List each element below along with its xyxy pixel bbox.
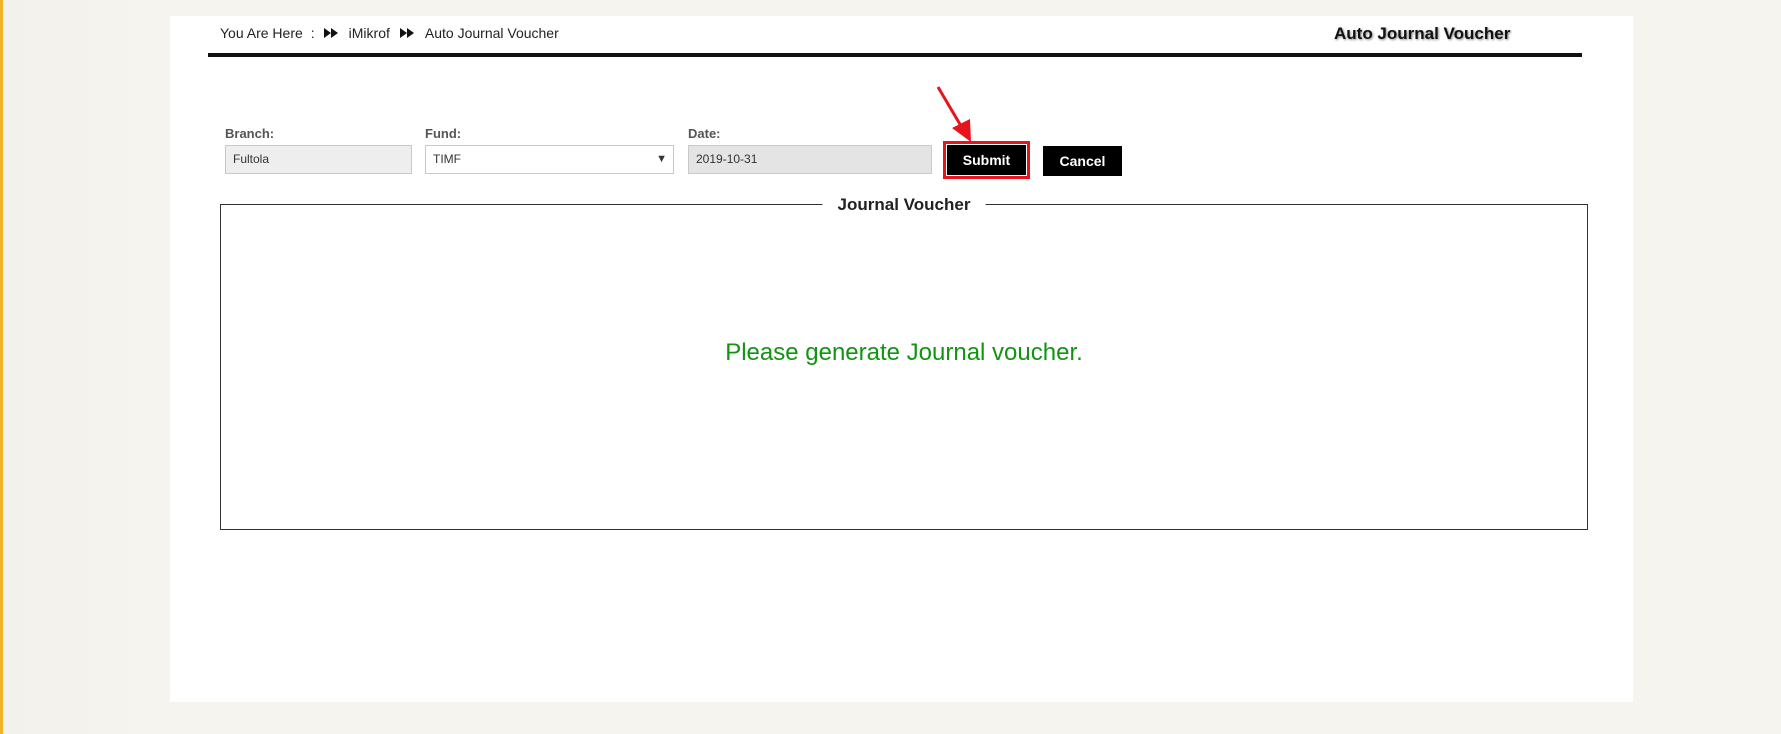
red-arrow-annotation-icon — [936, 86, 971, 142]
branch-value: Fultola — [233, 152, 270, 166]
header-divider — [208, 53, 1582, 57]
breadcrumb-item-auto-journal-voucher[interactable]: Auto Journal Voucher — [425, 25, 559, 41]
date-label: Date: — [688, 126, 721, 141]
status-message: Please generate Journal voucher. — [725, 339, 1083, 366]
journal-voucher-section: Journal Voucher Please generate Journal … — [220, 195, 1588, 530]
breadcrumb-separator: : — [310, 25, 315, 41]
fund-label: Fund: — [425, 126, 462, 141]
branch-label: Branch: — [225, 126, 275, 141]
date-value: 2019-10-31 — [696, 152, 758, 166]
journal-voucher-legend: Journal Voucher — [822, 195, 986, 215]
main-content-panel: You Are Here : iMikrof Auto Journal Vouc… — [170, 16, 1633, 702]
submit-button[interactable]: Submit — [947, 145, 1026, 175]
double-chevron-right-icon — [399, 28, 414, 38]
branch-field[interactable]: Fultola — [225, 145, 412, 174]
date-field[interactable]: 2019-10-31 — [688, 145, 932, 174]
page-title: Auto Journal Voucher — [1334, 24, 1511, 43]
double-chevron-right-icon — [323, 28, 338, 38]
breadcrumb-item-imikrof[interactable]: iMikrof — [349, 25, 390, 41]
cancel-button[interactable]: Cancel — [1043, 146, 1122, 176]
dropdown-arrow-icon: ▼ — [656, 153, 667, 165]
breadcrumb: You Are Here : iMikrof Auto Journal Vouc… — [220, 25, 559, 41]
fund-select[interactable]: TIMF ▼ — [425, 145, 674, 174]
fund-value: TIMF — [433, 152, 461, 166]
left-sidebar-background — [3, 0, 170, 734]
breadcrumb-prefix: You Are Here — [220, 25, 303, 41]
